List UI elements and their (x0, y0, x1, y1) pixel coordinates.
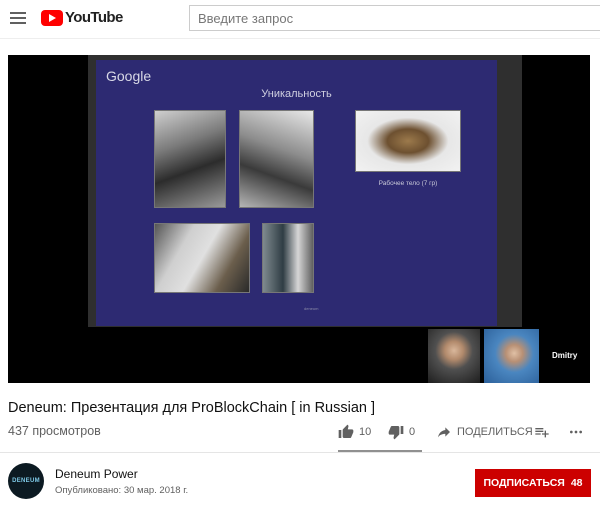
masthead: YouTube (0, 0, 600, 38)
slide-footer-mark: deneum (304, 306, 319, 311)
slide-photo (154, 223, 250, 293)
webcam-feed (484, 329, 539, 383)
slide-brand: Google (106, 68, 152, 84)
channel-avatar[interactable]: DENEUM (8, 463, 44, 499)
more-horizontal-icon (570, 430, 582, 434)
logo-text: YouTube (65, 9, 123, 26)
thumbs-down-icon (388, 426, 404, 440)
subscriber-count: 48 (570, 477, 583, 489)
publish-date: Опубликовано: 30 мар. 2018 г. (55, 485, 189, 496)
add-to-playlist-button[interactable] (534, 424, 550, 440)
more-actions-button[interactable] (568, 424, 584, 440)
dislike-count: 0 (409, 426, 416, 438)
like-count: 10 (359, 426, 372, 438)
subscribe-button[interactable]: ПОДПИСАТЬСЯ 48 (475, 469, 591, 497)
youtube-logo[interactable]: YouTube (41, 9, 123, 26)
view-count: 437 просмотров (8, 424, 101, 438)
subscribe-label: ПОДПИСАТЬСЯ (483, 477, 565, 489)
slide-caption: Рабочее тело (7 гр) (378, 180, 438, 187)
webcam-feed (428, 329, 480, 383)
channel-name[interactable]: Deneum Power (55, 467, 138, 481)
participant-name: Dmitry (552, 351, 578, 360)
hamburger-icon[interactable] (8, 9, 28, 29)
search-input[interactable] (190, 6, 600, 30)
share-label: ПОДЕЛИТЬСЯ (457, 426, 533, 438)
youtube-play-icon (41, 9, 63, 26)
slide-photo (154, 110, 226, 208)
slide-title: Уникальность (261, 88, 332, 100)
share-arrow-icon (438, 427, 450, 438)
video-actions: 10 0 ПОДЕЛИТЬСЯ (338, 420, 600, 452)
slide-photo (239, 110, 314, 208)
video-player[interactable]: Google Уникальность Рабочее тело (7 гр) … (8, 55, 590, 383)
header-divider (0, 38, 600, 39)
slide-photo (262, 223, 314, 293)
presentation-slide: Google Уникальность Рабочее тело (7 гр) … (96, 60, 497, 326)
avatar-logo-text: DENEUM (12, 478, 40, 484)
like-button[interactable]: 10 (338, 424, 371, 440)
webcam-strip: Dmitry (426, 327, 590, 383)
slide-photo (355, 110, 461, 172)
dislike-button[interactable]: 0 (388, 424, 415, 440)
thumbs-up-icon (338, 424, 354, 438)
section-divider (0, 452, 600, 453)
search-box[interactable] (189, 5, 600, 31)
share-button[interactable]: ПОДЕЛИТЬСЯ (436, 424, 533, 440)
playlist-add-icon (535, 428, 549, 438)
video-title: Deneum: Презентация для ProBlockChain [ … (8, 400, 376, 416)
